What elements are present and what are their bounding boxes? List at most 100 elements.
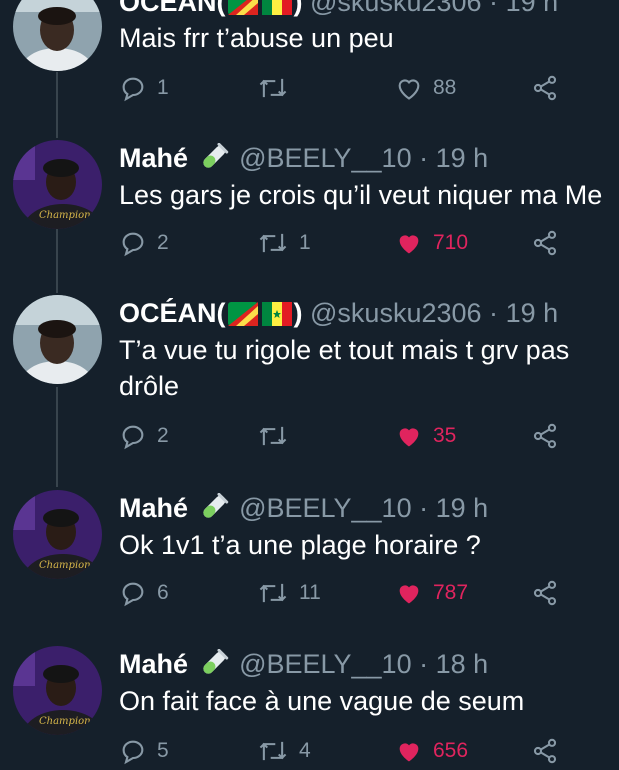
senegal-flag-icon: [261, 0, 292, 22]
congo-flag-icon: [227, 301, 258, 333]
reply-icon: [122, 77, 144, 102]
reply-button[interactable]: 5: [119, 734, 169, 768]
timestamp[interactable]: 18 h: [436, 649, 489, 679]
tweet-header: Mahé @BEELY__10 · 19 h: [119, 142, 488, 178]
test-tube-icon: [198, 648, 230, 684]
reply-button[interactable]: 2: [119, 419, 169, 453]
timestamp[interactable]: 19 h: [506, 298, 559, 328]
svg-text:Champions: Champions: [39, 560, 96, 571]
like-count: 787: [433, 581, 469, 604]
reply-icon: [122, 582, 144, 607]
reply-button[interactable]: 2: [119, 226, 169, 260]
display-name[interactable]: OCÉAN(: [119, 298, 226, 328]
tweet-actions: 6 11 787: [119, 576, 619, 610]
display-name-suffix: ): [293, 0, 303, 17]
heart-filled-icon: [399, 235, 419, 254]
retweet-button[interactable]: 11: [257, 576, 321, 610]
retweet-icon: [259, 78, 287, 98]
avatar-mahe-image: Champions: [13, 646, 102, 735]
svg-text:Champions: Champions: [39, 716, 96, 727]
share-button[interactable]: [531, 71, 559, 105]
share-icon: [533, 580, 557, 606]
retweet-button[interactable]: [257, 71, 289, 105]
avatar-mahe-image: Champions: [13, 490, 102, 579]
tweet-header: OCÉAN() @skusku2306 · 19 h: [119, 297, 558, 333]
like-count: 710: [433, 231, 469, 254]
timestamp[interactable]: 19 h: [506, 0, 559, 17]
tweet-actions: 2 35: [119, 419, 619, 453]
tweet-actions: 1 88: [119, 71, 619, 105]
tweet-text: Les gars je crois qu’il veut niquer ma M…: [119, 180, 603, 210]
tweet-text: Mais frr t’abuse un peu: [119, 23, 394, 53]
retweet-button[interactable]: 1: [257, 226, 311, 260]
reply-count: 5: [157, 739, 169, 762]
share-button[interactable]: [531, 419, 559, 453]
share-button[interactable]: [531, 226, 559, 260]
tweet-actions: 5 4 656: [119, 734, 619, 768]
separator: ·: [419, 493, 429, 523]
retweet-icon: [259, 583, 287, 603]
reply-count: 2: [157, 424, 169, 447]
user-handle[interactable]: @BEELY__10: [239, 493, 412, 523]
avatar-mahe-image: Champions: [13, 140, 102, 229]
separator: ·: [419, 143, 429, 173]
retweet-count: 11: [299, 581, 321, 604]
tweet[interactable]: Champions Mahé @BEELY__10 · 18 h On fait…: [0, 636, 619, 770]
tweet-actions: 2 1 710: [119, 226, 619, 260]
tweet[interactable]: OCÉAN() @skusku2306 · 19 h T’a vue tu ri…: [0, 285, 619, 470]
display-name[interactable]: Mahé: [119, 143, 188, 173]
reply-icon: [122, 232, 144, 257]
display-name[interactable]: OCÉAN(: [119, 0, 226, 17]
congo-flag-icon: [227, 0, 258, 22]
share-icon: [533, 423, 557, 449]
like-button[interactable]: 710: [395, 226, 468, 260]
avatar-ocean-image: [13, 0, 102, 71]
reply-button[interactable]: 6: [119, 576, 169, 610]
user-handle[interactable]: @skusku2306: [310, 298, 482, 328]
tweet[interactable]: Champions Mahé @BEELY__10 · 19 h Les gar…: [0, 130, 619, 285]
display-name[interactable]: Mahé: [119, 493, 188, 523]
share-button[interactable]: [531, 734, 559, 768]
reply-count: 2: [157, 231, 169, 254]
retweet-count: 4: [299, 739, 311, 762]
user-handle[interactable]: @skusku2306: [310, 0, 482, 17]
retweet-icon: [259, 233, 287, 253]
like-count: 88: [433, 76, 457, 99]
tweet-text: Ok 1v1 t’a une plage horaire ?: [119, 530, 481, 560]
reply-button[interactable]: 1: [119, 71, 169, 105]
senegal-flag-icon: [261, 301, 292, 333]
user-handle[interactable]: @BEELY__10: [239, 649, 412, 679]
retweet-icon: [259, 426, 287, 446]
avatar[interactable]: [13, 0, 102, 71]
heart-outline-icon: [398, 79, 420, 100]
reply-icon: [122, 740, 144, 765]
heart-filled-icon: [399, 428, 419, 447]
like-button[interactable]: 787: [395, 576, 468, 610]
retweet-button[interactable]: [257, 419, 289, 453]
timestamp[interactable]: 19 h: [436, 493, 489, 523]
avatar-ocean-image: [13, 295, 102, 384]
separator: ·: [489, 0, 499, 17]
display-name[interactable]: Mahé: [119, 649, 188, 679]
tweet[interactable]: Champions Mahé @BEELY__10 · 19 h Ok 1v1 …: [0, 480, 619, 630]
avatar[interactable]: Champions: [13, 140, 102, 229]
like-button[interactable]: 656: [395, 734, 468, 768]
timestamp[interactable]: 19 h: [436, 143, 489, 173]
like-button[interactable]: 88: [395, 71, 456, 105]
avatar[interactable]: [13, 295, 102, 384]
tweet-header: Mahé @BEELY__10 · 19 h: [119, 492, 488, 528]
heart-filled-icon: [399, 743, 419, 762]
share-icon: [533, 738, 557, 764]
share-button[interactable]: [531, 576, 559, 610]
user-handle[interactable]: @BEELY__10: [239, 143, 412, 173]
tweet[interactable]: OCÉAN() @skusku2306 · 19 h Mais frr t’ab…: [0, 0, 619, 130]
tweet-header: Mahé @BEELY__10 · 18 h: [119, 648, 488, 684]
like-button[interactable]: 35: [395, 419, 456, 453]
retweet-count: 1: [299, 231, 311, 254]
like-count: 656: [433, 739, 469, 762]
separator: ·: [489, 298, 499, 328]
retweet-button[interactable]: 4: [257, 734, 311, 768]
test-tube-icon: [198, 492, 230, 528]
avatar[interactable]: Champions: [13, 490, 102, 579]
avatar[interactable]: Champions: [13, 646, 102, 735]
